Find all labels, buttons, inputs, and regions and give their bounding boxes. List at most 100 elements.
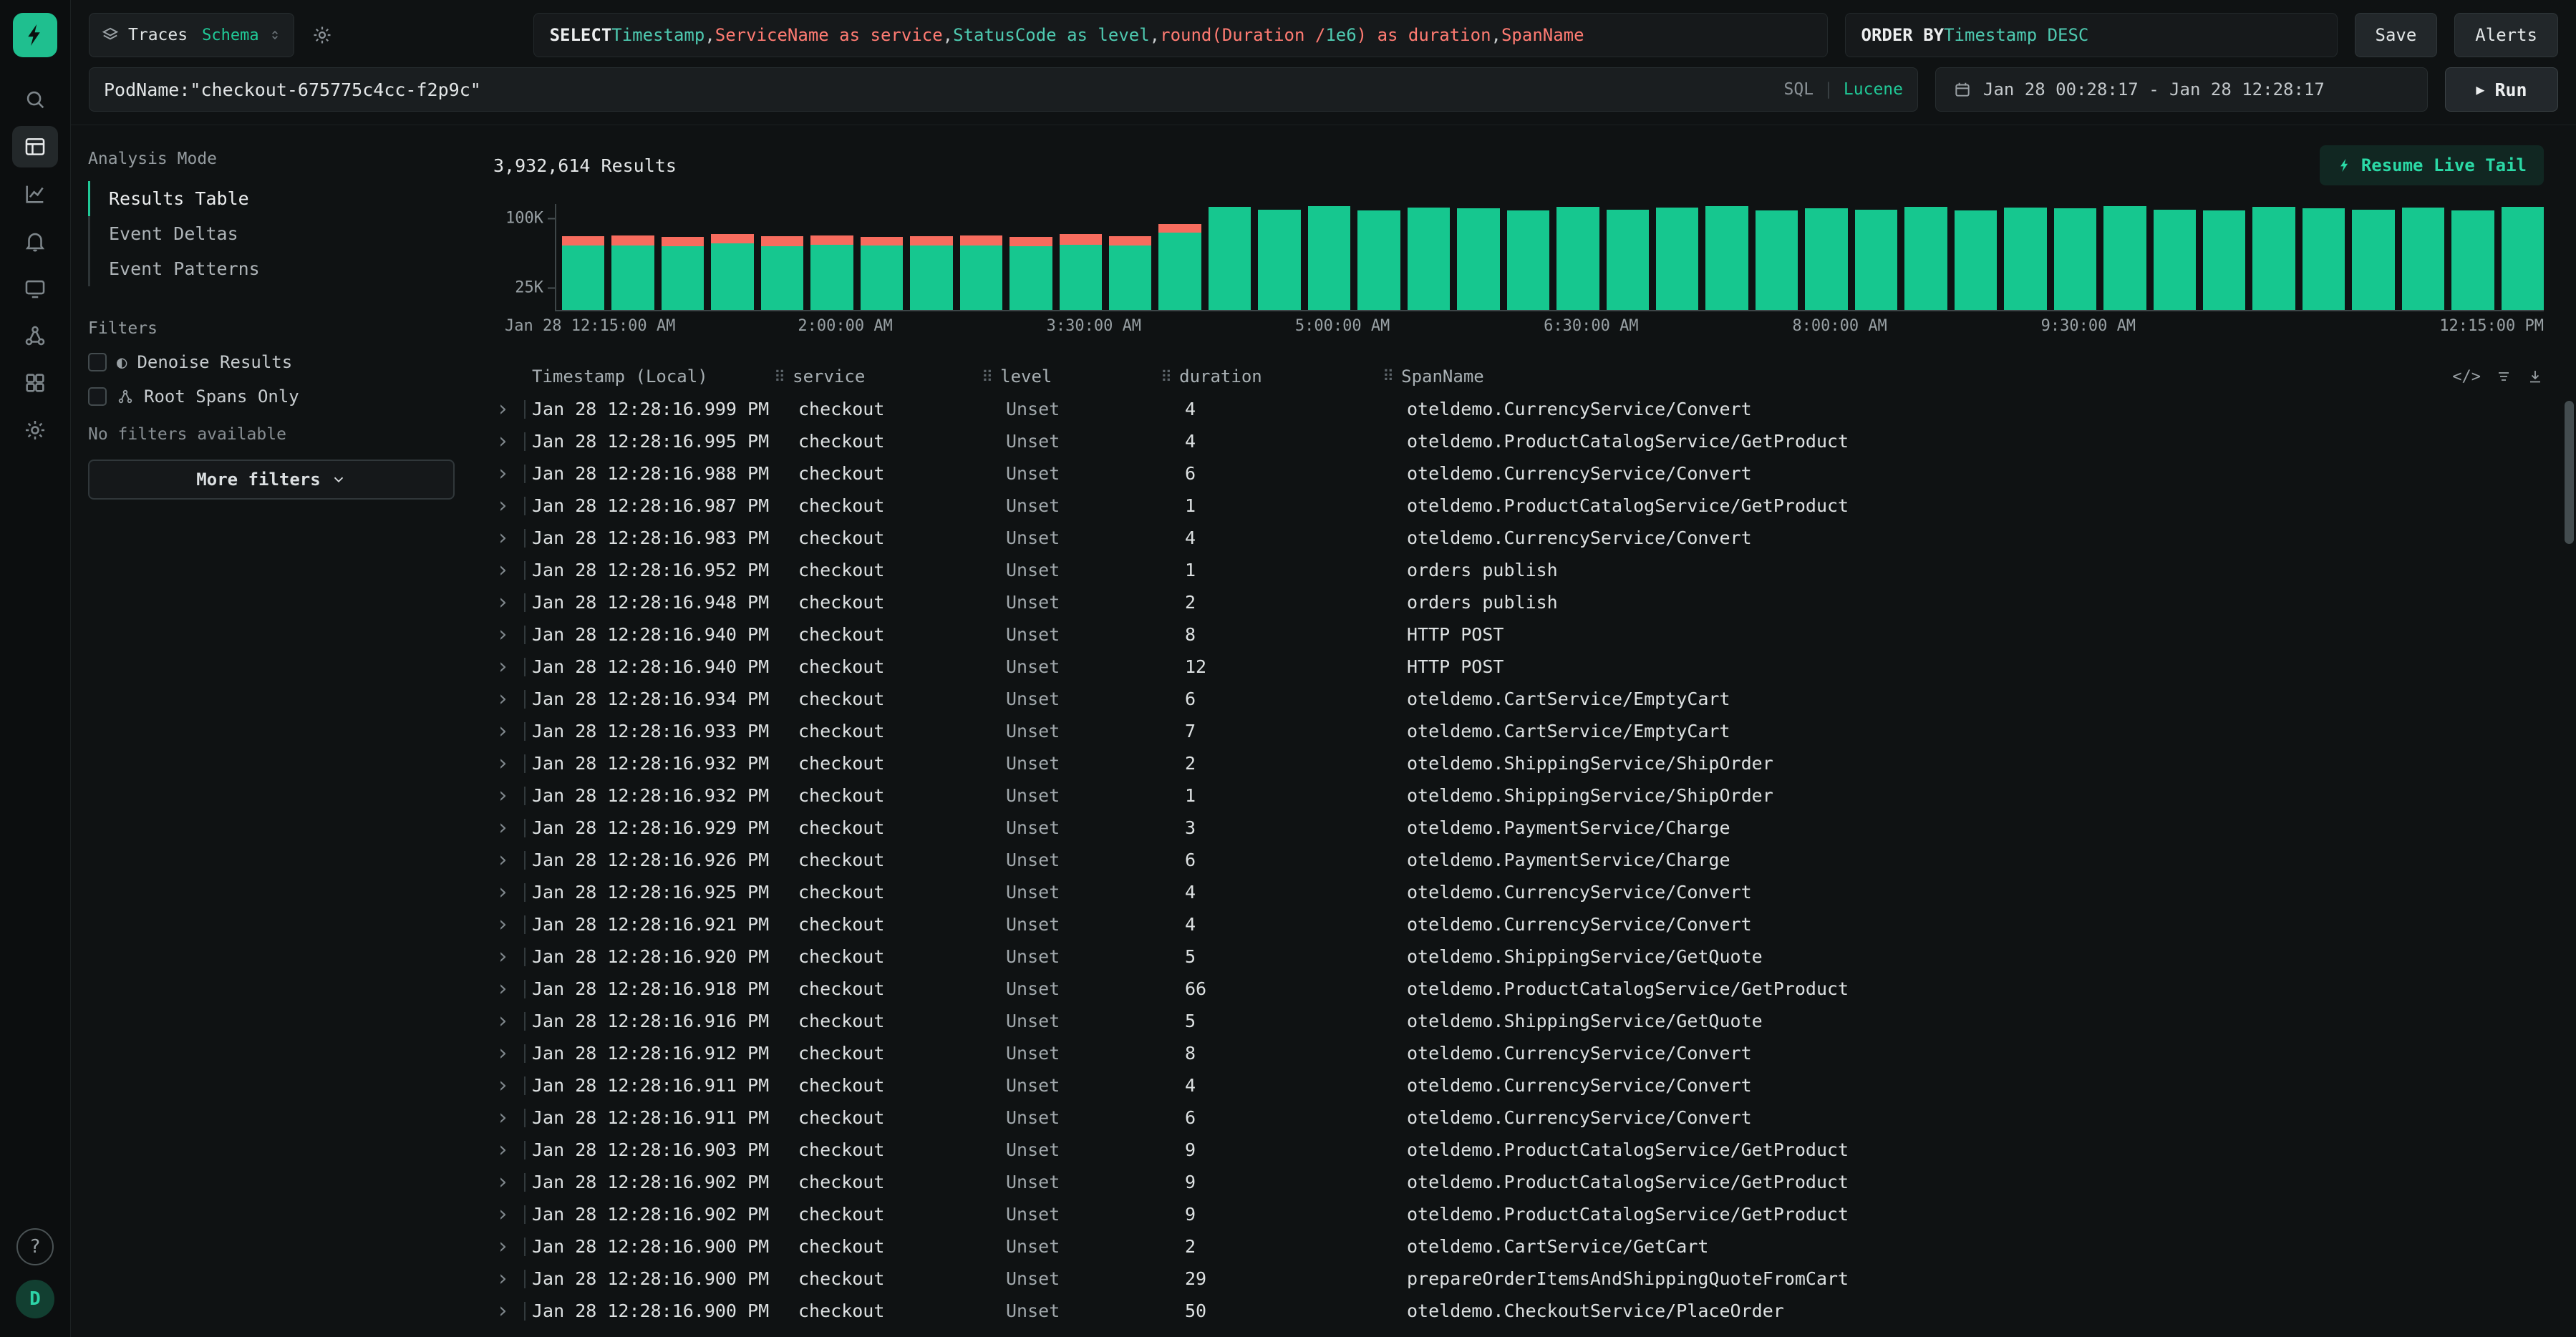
search-input[interactable] (104, 79, 1773, 100)
analysis-mode-event-patterns[interactable]: Event Patterns (88, 251, 455, 286)
expand-row-chevron-icon[interactable]: › (493, 882, 518, 903)
expand-row-chevron-icon[interactable]: › (493, 721, 518, 742)
expand-row-chevron-icon[interactable]: › (493, 399, 518, 420)
histogram-bar[interactable] (1060, 234, 1102, 310)
drag-handle-icon[interactable]: ⠿ (982, 369, 993, 386)
expand-row-chevron-icon[interactable]: › (493, 978, 518, 1000)
table-row[interactable]: ›Jan 28 12:28:16.900 PMcheckoutUnset29pr… (493, 1263, 2544, 1295)
histogram-bar[interactable] (2103, 206, 2146, 310)
column-header-duration[interactable]: ⠿duration (1161, 366, 1383, 386)
histogram-bar[interactable] (611, 235, 654, 310)
expand-row-chevron-icon[interactable]: › (493, 817, 518, 839)
expand-row-chevron-icon[interactable]: › (493, 1204, 518, 1225)
histogram-bar[interactable] (2352, 210, 2394, 310)
expand-row-chevron-icon[interactable]: › (493, 463, 518, 485)
expand-row-chevron-icon[interactable]: › (493, 1268, 518, 1290)
histogram-bar[interactable] (1955, 210, 1997, 310)
help-button[interactable]: ? (16, 1228, 54, 1265)
table-row[interactable]: ›Jan 28 12:28:16.999 PMcheckoutUnset4ote… (493, 393, 2544, 425)
expand-row-chevron-icon[interactable]: › (493, 753, 518, 774)
histogram-bar[interactable] (810, 235, 853, 310)
expand-row-chevron-icon[interactable]: › (493, 560, 518, 581)
table-row[interactable]: ›Jan 28 12:28:16.948 PMcheckoutUnset2ord… (493, 586, 2544, 618)
expand-row-chevron-icon[interactable]: › (493, 946, 518, 968)
expand-row-chevron-icon[interactable]: › (493, 1011, 518, 1032)
table-row[interactable]: ›Jan 28 12:28:16.903 PMcheckoutUnset9ote… (493, 1134, 2544, 1166)
histogram-bar[interactable] (2451, 210, 2494, 310)
root-spans-only-option[interactable]: Root Spans Only (88, 386, 455, 407)
expand-row-chevron-icon[interactable]: › (493, 1107, 518, 1129)
histogram-bar[interactable] (1904, 207, 1947, 310)
expand-row-chevron-icon[interactable]: › (493, 527, 518, 549)
column-header-timestamp[interactable]: Timestamp (Local) (532, 366, 774, 386)
histogram-bar[interactable] (1556, 207, 1599, 310)
download-icon[interactable] (2527, 368, 2544, 385)
table-row[interactable]: ›Jan 28 12:28:16.925 PMcheckoutUnset4ote… (493, 876, 2544, 908)
save-button[interactable]: Save (2355, 13, 2438, 57)
user-avatar[interactable]: D (16, 1280, 54, 1318)
analysis-mode-event-deltas[interactable]: Event Deltas (88, 216, 455, 251)
table-row[interactable]: ›Jan 28 12:28:16.902 PMcheckoutUnset9ote… (493, 1198, 2544, 1230)
table-row[interactable]: ›Jan 28 12:28:16.940 PMcheckoutUnset8HTT… (493, 618, 2544, 651)
nav-table-explorer-icon[interactable] (12, 126, 58, 167)
drag-handle-icon[interactable]: ⠿ (1383, 368, 1394, 386)
column-header-level[interactable]: ⠿level (982, 366, 1161, 386)
denoise-checkbox[interactable] (88, 353, 107, 371)
histogram-bar[interactable] (1607, 210, 1649, 310)
more-filters-button[interactable]: More filters (88, 460, 455, 500)
nav-alerts-bell-icon[interactable] (12, 220, 58, 262)
run-button[interactable]: ▶ Run (2445, 67, 2558, 112)
table-row[interactable]: ›Jan 28 12:28:16.932 PMcheckoutUnset2ote… (493, 747, 2544, 779)
table-row[interactable]: ›Jan 28 12:28:16.995 PMcheckoutUnset4ote… (493, 425, 2544, 457)
histogram-bar[interactable] (1357, 210, 1400, 310)
table-row[interactable]: ›Jan 28 12:28:16.902 PMcheckoutUnset9ote… (493, 1166, 2544, 1198)
histogram-bar[interactable] (1009, 237, 1052, 310)
table-row[interactable]: ›Jan 28 12:28:16.912 PMcheckoutUnset8ote… (493, 1037, 2544, 1069)
source-settings-gear-icon[interactable] (311, 24, 333, 46)
mode-sql-button[interactable]: SQL (1784, 80, 1814, 99)
date-range-picker[interactable]: Jan 28 00:28:17 - Jan 28 12:28:17 (1935, 67, 2428, 112)
histogram-bar[interactable] (1805, 208, 1847, 310)
expand-row-chevron-icon[interactable]: › (493, 689, 518, 710)
app-logo[interactable] (13, 13, 57, 57)
column-header-service[interactable]: ⠿service (774, 366, 982, 386)
table-row[interactable]: ›Jan 28 12:28:16.900 PMcheckoutUnset2ote… (493, 1230, 2544, 1263)
drag-handle-icon[interactable]: ⠿ (774, 369, 785, 386)
table-row[interactable]: ›Jan 28 12:28:16.926 PMcheckoutUnset6ote… (493, 844, 2544, 876)
histogram-bar[interactable] (861, 237, 903, 310)
nav-sessions-monitor-icon[interactable] (12, 268, 58, 309)
source-select[interactable]: Traces Schema (89, 13, 294, 57)
table-row[interactable]: ›Jan 28 12:28:16.921 PMcheckoutUnset4ote… (493, 908, 2544, 940)
table-row[interactable]: ›Jan 28 12:28:16.952 PMcheckoutUnset1ord… (493, 554, 2544, 586)
analysis-mode-results-table[interactable]: Results Table (88, 181, 455, 216)
alerts-button[interactable]: Alerts (2454, 13, 2558, 57)
nav-search-icon[interactable] (12, 79, 58, 120)
histogram-bar[interactable] (2303, 208, 2345, 310)
expand-row-chevron-icon[interactable]: › (493, 1236, 518, 1258)
histogram-bar[interactable] (2054, 208, 2096, 310)
table-row[interactable]: ›Jan 28 12:28:16.911 PMcheckoutUnset4ote… (493, 1069, 2544, 1102)
nav-chart-icon[interactable] (12, 173, 58, 215)
histogram-bar[interactable] (960, 235, 1002, 310)
table-row[interactable]: ›Jan 28 12:28:16.983 PMcheckoutUnset4ote… (493, 522, 2544, 554)
table-row[interactable]: ›Jan 28 12:28:16.934 PMcheckoutUnset6ote… (493, 683, 2544, 715)
histogram-bar[interactable] (1705, 206, 1748, 310)
histogram-bar[interactable] (1158, 224, 1201, 310)
histogram-bar[interactable] (2402, 208, 2444, 310)
nav-dashboards-icon[interactable] (12, 362, 58, 404)
histogram-bar[interactable] (2502, 207, 2544, 310)
expand-row-chevron-icon[interactable]: › (493, 431, 518, 452)
expand-row-chevron-icon[interactable]: › (493, 785, 518, 807)
histogram-bar[interactable] (2203, 210, 2245, 310)
histogram-bar[interactable] (761, 236, 803, 310)
mode-lucene-button[interactable]: Lucene (1844, 80, 1903, 99)
histogram-bar[interactable] (1756, 210, 1798, 310)
table-row[interactable]: ›Jan 28 12:28:16.988 PMcheckoutUnset6ote… (493, 457, 2544, 490)
expand-row-chevron-icon[interactable]: › (493, 656, 518, 678)
histogram-bar[interactable] (1855, 210, 1897, 310)
expand-row-chevron-icon[interactable]: › (493, 592, 518, 613)
resume-live-tail-button[interactable]: Resume Live Tail (2320, 145, 2544, 185)
histogram-bar[interactable] (662, 237, 704, 310)
expand-row-chevron-icon[interactable]: › (493, 624, 518, 646)
table-row[interactable]: ›Jan 28 12:28:16.940 PMcheckoutUnset12HT… (493, 651, 2544, 683)
